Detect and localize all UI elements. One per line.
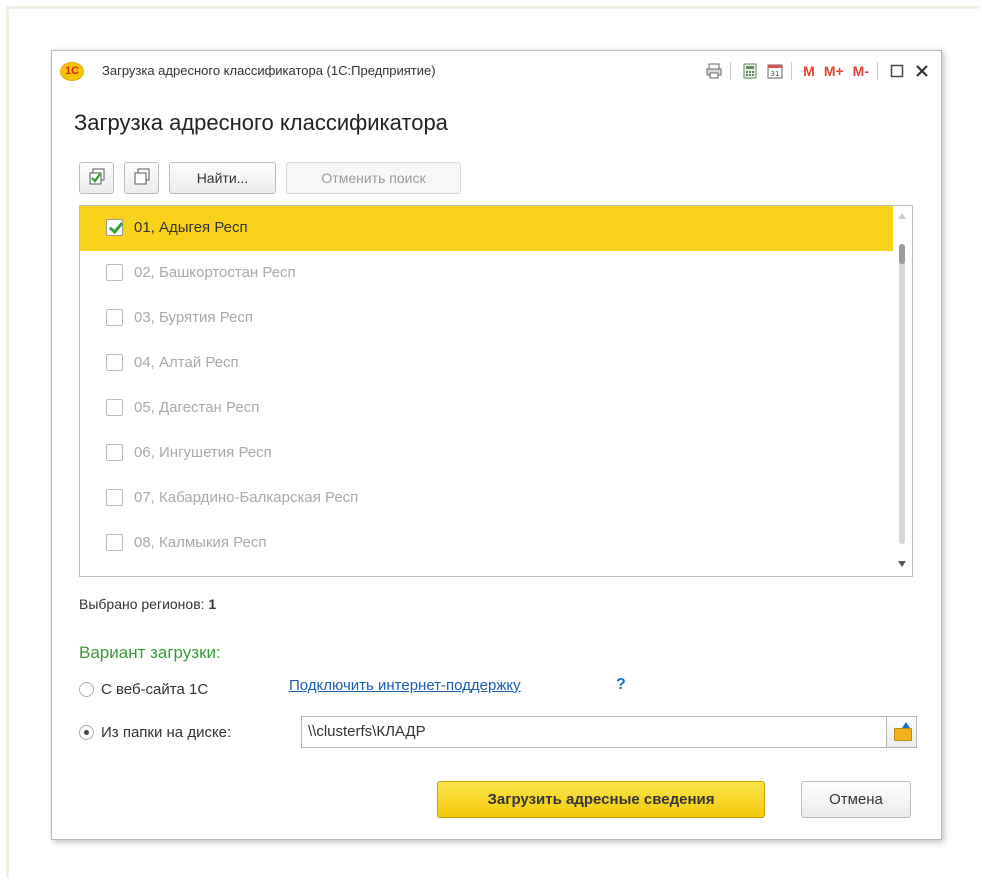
- radio-folder[interactable]: [79, 724, 94, 740]
- radio-web-label: С веб-сайта 1С: [101, 680, 209, 698]
- separator: [791, 62, 793, 80]
- radio-folder-option[interactable]: Из папки на диске:: [79, 720, 231, 744]
- region-label: 07, Кабардино-Балкарская Респ: [134, 489, 359, 506]
- separator: [877, 62, 878, 80]
- region-checkbox[interactable]: [106, 219, 123, 236]
- region-checkbox[interactable]: [106, 309, 123, 326]
- check-all-icon: [88, 168, 106, 189]
- memory-m-button[interactable]: M: [800, 60, 818, 82]
- title-bar-tools: 31 M M+ M-: [700, 59, 933, 83]
- find-button[interactable]: Найти...: [169, 162, 276, 194]
- connect-support-link[interactable]: Подключить интернет-поддержку: [289, 677, 521, 694]
- region-checkbox[interactable]: [106, 444, 123, 461]
- region-checkbox[interactable]: [106, 264, 123, 281]
- maximize-icon[interactable]: [886, 60, 908, 82]
- uncheck-all-button[interactable]: [124, 162, 159, 194]
- list-item[interactable]: 03, Бурятия Респ: [80, 296, 893, 341]
- region-label: 05, Дагестан Респ: [134, 399, 260, 416]
- window-title: Загрузка адресного классификатора (1С:Пр…: [102, 63, 436, 78]
- region-label: 02, Башкортостан Респ: [134, 264, 296, 281]
- cancel-button[interactable]: Отмена: [801, 781, 911, 818]
- list-item[interactable]: 05, Дагестан Респ: [80, 386, 893, 431]
- list-item[interactable]: 01, Адыгея Респ: [80, 206, 893, 251]
- scroll-thumb[interactable]: [899, 244, 905, 264]
- selected-count-value: 1: [208, 596, 217, 612]
- selected-count: Выбрано регионов: 1: [79, 596, 216, 612]
- memory-plus-button[interactable]: M+: [821, 60, 847, 82]
- list-item[interactable]: 06, Ингушетия Респ: [80, 431, 893, 476]
- regions-list: 01, Адыгея Респ 02, Башкортостан Респ 03…: [79, 205, 913, 577]
- region-checkbox[interactable]: [106, 354, 123, 371]
- close-icon[interactable]: [911, 60, 933, 82]
- region-checkbox[interactable]: [106, 534, 123, 551]
- dialog-window: 1C Загрузка адресного классификатора (1С…: [51, 50, 942, 840]
- selected-count-label: Выбрано регионов:: [79, 596, 205, 612]
- uncheck-all-icon: [133, 168, 151, 189]
- load-variant-title: Вариант загрузки:: [79, 643, 221, 662]
- print-icon[interactable]: [703, 60, 725, 82]
- check-all-button[interactable]: [79, 162, 114, 194]
- svg-text:31: 31: [771, 70, 780, 78]
- region-label: 01, Адыгея Респ: [134, 219, 248, 236]
- list-item[interactable]: 02, Башкортостан Респ: [80, 251, 893, 296]
- list-item[interactable]: 07, Кабардино-Балкарская Респ: [80, 476, 893, 521]
- separator: [730, 62, 732, 80]
- list-scrollbar[interactable]: [893, 206, 912, 576]
- region-label: 04, Алтай Респ: [134, 354, 239, 371]
- region-label: 03, Бурятия Респ: [134, 309, 254, 326]
- region-checkbox[interactable]: [106, 489, 123, 506]
- load-address-button[interactable]: Загрузить адресные сведения: [437, 781, 765, 818]
- list-item[interactable]: 08, Калмыкия Респ: [80, 521, 893, 566]
- app-logo: 1C: [60, 62, 84, 81]
- radio-folder-label: Из папки на диске:: [101, 723, 232, 741]
- calendar-icon[interactable]: 31: [764, 60, 786, 82]
- cancel-search-button[interactable]: Отменить поиск: [286, 162, 461, 194]
- scroll-down-icon[interactable]: [898, 561, 906, 567]
- memory-minus-button[interactable]: M-: [850, 60, 872, 82]
- calculator-icon[interactable]: [739, 60, 761, 82]
- region-checkbox[interactable]: [106, 399, 123, 416]
- form-title: Загрузка адресного классификатора: [74, 110, 448, 135]
- scroll-track[interactable]: [899, 244, 905, 544]
- list-toolbar: Найти... Отменить поиск: [79, 162, 471, 196]
- region-label: 08, Калмыкия Респ: [134, 534, 267, 551]
- folder-icon: [894, 728, 912, 741]
- scroll-up-icon[interactable]: [898, 213, 906, 219]
- radio-web-option[interactable]: С веб-сайта 1С: [79, 677, 208, 701]
- browse-folder-button[interactable]: [886, 716, 917, 748]
- title-bar: 1C Загрузка адресного классификатора (1С…: [52, 51, 941, 92]
- radio-web[interactable]: [79, 681, 94, 697]
- list-item[interactable]: 04, Алтай Респ: [80, 341, 893, 386]
- region-label: 06, Ингушетия Респ: [134, 444, 272, 461]
- folder-arrow-icon: [902, 722, 910, 728]
- help-icon[interactable]: ?: [616, 676, 626, 694]
- folder-path-input[interactable]: \\clusterfs\КЛАДР: [301, 716, 887, 748]
